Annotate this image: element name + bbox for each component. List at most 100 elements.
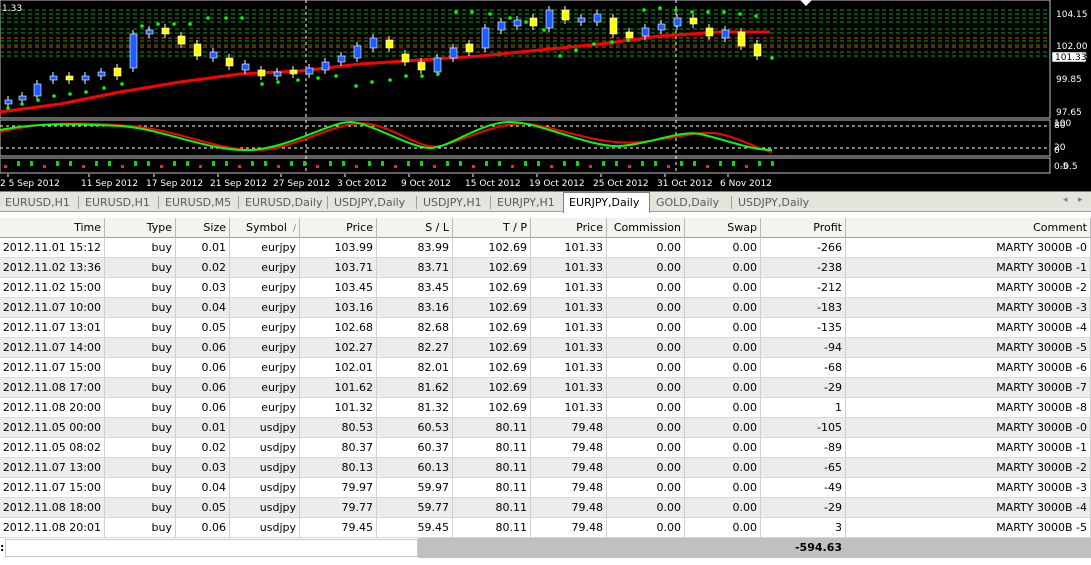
sar-dot bbox=[388, 78, 392, 82]
tab-usdjpy-daily[interactable]: USDJPY,Daily bbox=[733, 194, 818, 211]
table-row[interactable]: 2012.11.07 13:01 buy 0.05 eurjpy 102.68 82.68… bbox=[0, 318, 1091, 338]
cell-current-price: 79.48 bbox=[531, 458, 607, 478]
column-header-price[interactable]: Price bbox=[300, 218, 377, 238]
bull-candle bbox=[209, 51, 218, 59]
table-row[interactable]: 2012.11.02 15:00 buy 0.03 eurjpy 103.45 83.45… bbox=[0, 278, 1091, 298]
bull-candle bbox=[49, 75, 58, 81]
column-header-swap[interactable]: Swap bbox=[685, 218, 761, 238]
tab-scroll-right-icon[interactable]: ▸ bbox=[1078, 195, 1083, 205]
volume-bar bbox=[368, 161, 371, 166]
column-header-commission[interactable]: Commission bbox=[607, 218, 685, 238]
cell-current-price: 101.33 bbox=[531, 358, 607, 378]
tab-eurjpy-daily[interactable]: EURJPY,Daily bbox=[563, 192, 650, 213]
volume-bar bbox=[160, 165, 163, 168]
tab-eurjpy-h1[interactable]: EURJPY,H1 bbox=[492, 194, 561, 211]
column-header-comment[interactable]: Comment bbox=[846, 218, 1091, 238]
cell-profit: -65 bbox=[761, 458, 846, 478]
bull-candle bbox=[4, 99, 13, 105]
table-row[interactable]: 2012.11.07 14:00 buy 0.06 eurjpy 102.27 82.27… bbox=[0, 338, 1091, 358]
cell-tp: 80.11 bbox=[453, 418, 531, 438]
column-header-symbol[interactable]: Symbol / bbox=[230, 218, 300, 238]
column-header-label: Symbol bbox=[245, 221, 287, 234]
cell-tp: 102.69 bbox=[453, 358, 531, 378]
sort-indicator-icon: / bbox=[292, 224, 296, 234]
tab-eurusd-h1[interactable]: EURUSD,H1 bbox=[0, 194, 78, 211]
volume-bar bbox=[667, 165, 670, 168]
bull-candle bbox=[305, 67, 314, 75]
cell-symbol: eurjpy bbox=[230, 298, 300, 318]
table-row[interactable]: 2012.11.02 13:36 buy 0.02 eurjpy 103.71 83.71… bbox=[0, 258, 1091, 278]
volume-bar bbox=[316, 165, 319, 168]
tab-eurusd-m5[interactable]: EURUSD,M5 bbox=[160, 194, 238, 211]
summary-balance-field bbox=[5, 539, 418, 557]
bear-candle bbox=[193, 43, 202, 57]
volume-bar bbox=[121, 165, 124, 168]
table-row[interactable]: 2012.11.05 08:02 buy 0.02 usdjpy 80.37 60.37 8… bbox=[0, 438, 1091, 458]
bull-candle bbox=[129, 33, 138, 69]
bear-candle bbox=[257, 69, 266, 77]
volume-bar bbox=[381, 161, 384, 166]
cell-sl: 83.71 bbox=[377, 258, 453, 278]
tab-scroll-left-icon[interactable]: ◂ bbox=[1063, 195, 1068, 205]
column-header-current-price[interactable]: Price bbox=[531, 218, 607, 238]
sar-dot bbox=[240, 16, 244, 20]
tab-separator bbox=[416, 196, 417, 209]
table-row[interactable]: 2012.11.07 13:00 buy 0.03 usdjpy 80.13 60.13 8… bbox=[0, 458, 1091, 478]
bull-candle bbox=[673, 17, 682, 27]
sar-dot bbox=[454, 10, 458, 14]
cell-commission: 0.00 bbox=[607, 298, 685, 318]
cell-size: 0.02 bbox=[176, 258, 230, 278]
column-header-size[interactable]: Size bbox=[176, 218, 230, 238]
column-header-type[interactable]: Type bbox=[105, 218, 176, 238]
table-row[interactable]: 2012.11.08 20:00 buy 0.06 eurjpy 101.32 81.32… bbox=[0, 398, 1091, 418]
volume-bar bbox=[199, 165, 202, 168]
chart-canvas[interactable]: 104.15102.00101.3399.8597.65101.33100802… bbox=[0, 0, 1091, 191]
sar-dot bbox=[558, 54, 562, 58]
sar-dot bbox=[140, 24, 144, 28]
table-row[interactable]: 2012.11.07 15:00 buy 0.06 eurjpy 102.01 82.01… bbox=[0, 358, 1091, 378]
volume-bar bbox=[680, 161, 683, 166]
table-row[interactable]: 2012.11.07 10:00 buy 0.04 eurjpy 103.16 83.16… bbox=[0, 298, 1091, 318]
volume-bar bbox=[355, 165, 358, 168]
column-header-time[interactable]: Time bbox=[0, 218, 105, 238]
column-header-profit[interactable]: Profit bbox=[761, 218, 846, 238]
cell-sl: 82.01 bbox=[377, 358, 453, 378]
column-header-tp[interactable]: T / P bbox=[453, 218, 531, 238]
cell-profit: -105 bbox=[761, 418, 846, 438]
table-row[interactable]: 2012.11.07 15:00 buy 0.04 usdjpy 79.97 59.97 8… bbox=[0, 478, 1091, 498]
cell-profit: -29 bbox=[761, 378, 846, 398]
date-axis-label: 11 Sep 2012 bbox=[81, 179, 138, 189]
chart-tab-bar: EURUSD,H1 EURUSD,H1 EURUSD,M5 EURUSD,Daily U… bbox=[0, 191, 1091, 213]
table-row[interactable]: 2012.11.08 17:00 buy 0.06 eurjpy 101.62 81.62… bbox=[0, 378, 1091, 398]
cell-symbol: usdjpy bbox=[230, 438, 300, 458]
table-row[interactable]: 2012.11.08 18:00 buy 0.05 usdjpy 79.77 59.77 8… bbox=[0, 498, 1091, 518]
cell-size: 0.06 bbox=[176, 358, 230, 378]
column-header-label: Commission bbox=[613, 221, 681, 234]
table-row[interactable]: 2012.11.01 15:12 buy 0.01 eurjpy 103.99 83.99… bbox=[0, 238, 1091, 258]
tab-eurusd-h1[interactable]: EURUSD,H1 bbox=[80, 194, 158, 211]
bear-candle bbox=[113, 67, 122, 77]
date-axis-label: 19 Oct 2012 bbox=[529, 179, 585, 189]
tab-gold-daily[interactable]: GOLD,Daily bbox=[651, 194, 731, 211]
cell-current-price: 101.33 bbox=[531, 378, 607, 398]
volume-bar bbox=[771, 161, 774, 166]
cell-swap: 0.00 bbox=[685, 358, 761, 378]
bull-candle bbox=[593, 13, 602, 23]
volume-bar bbox=[108, 161, 111, 166]
column-header-sl[interactable]: S / L bbox=[377, 218, 453, 238]
tab-usdjpy-daily[interactable]: USDJPY,Daily bbox=[329, 194, 416, 211]
volume-bar bbox=[69, 161, 72, 166]
cell-symbol: eurjpy bbox=[230, 378, 300, 398]
tab-eurusd-daily[interactable]: EURUSD,Daily bbox=[240, 194, 327, 211]
tab-usdjpy-h1[interactable]: USDJPY,H1 bbox=[418, 194, 490, 211]
sar-dot bbox=[172, 22, 176, 26]
cell-type: buy bbox=[105, 278, 176, 298]
volume-bar bbox=[602, 161, 605, 166]
price-chart[interactable]: 104.15102.00101.3399.8597.65101.33100802… bbox=[0, 0, 1091, 191]
table-row[interactable]: 2012.11.05 00:00 buy 0.01 usdjpy 80.53 60.53 8… bbox=[0, 418, 1091, 438]
cell-tp: 102.69 bbox=[453, 338, 531, 358]
cell-time: 2012.11.01 15:12 bbox=[0, 238, 105, 258]
cell-time: 2012.11.07 13:01 bbox=[0, 318, 105, 338]
cell-type: buy bbox=[105, 458, 176, 478]
table-row[interactable]: 2012.11.08 20:01 buy 0.06 usdjpy 79.45 59.45 8… bbox=[0, 518, 1091, 538]
